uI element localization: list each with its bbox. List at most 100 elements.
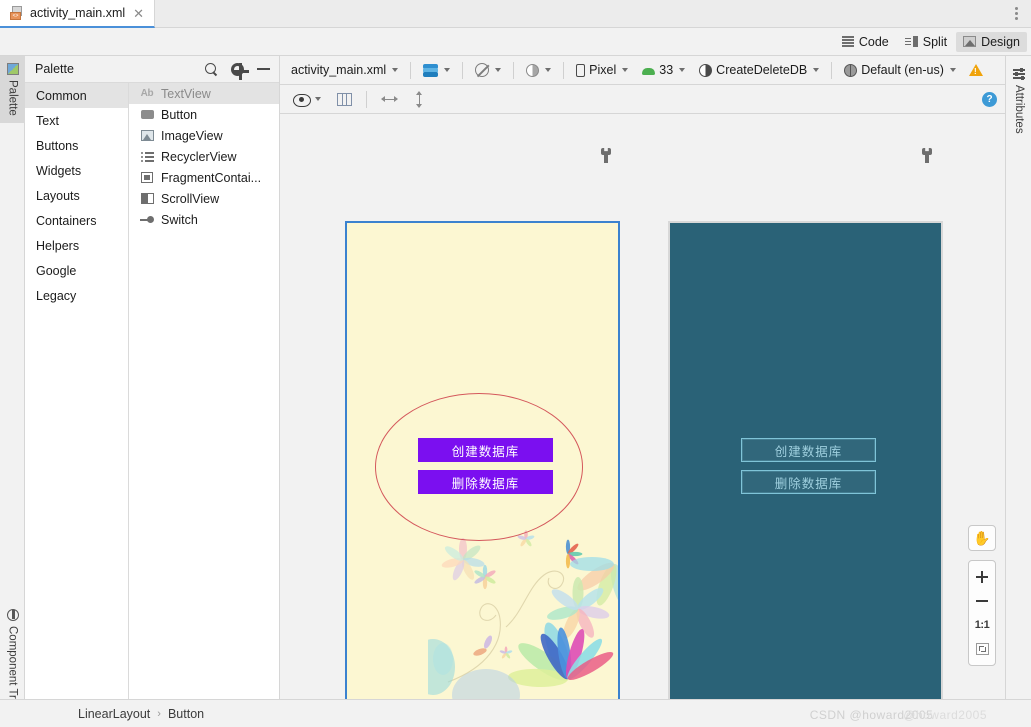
zoom-to-fit-button[interactable] xyxy=(968,637,996,661)
palette-category-common[interactable]: Common xyxy=(25,83,128,108)
mode-button-design[interactable]: Design xyxy=(956,31,1027,52)
device-selector[interactable]: Pixel xyxy=(571,61,633,79)
blueprint-wrench-icon[interactable] xyxy=(921,148,933,163)
editor-tab-activity-main-xml[interactable]: <> activity_main.xml ✕ xyxy=(0,0,156,28)
palette-category-label: Layouts xyxy=(36,188,80,203)
watermark-overlap-text: @howard2005 xyxy=(903,708,987,722)
zoom-in-button[interactable] xyxy=(968,565,996,589)
palette-category-label: Common xyxy=(36,88,87,103)
palette-category-list: Common Text Buttons Widgets Layouts Cont… xyxy=(25,83,129,699)
palette-item-label: TextView xyxy=(161,86,211,101)
device-label: Pixel xyxy=(589,63,617,77)
palette-item-switch[interactable]: Switch xyxy=(129,209,279,230)
vertical-resize-icon xyxy=(414,90,425,108)
palette-category-helpers[interactable]: Helpers xyxy=(25,233,128,258)
palette-item-label: ImageView xyxy=(161,128,223,143)
textview-ab-icon: Ab xyxy=(140,88,154,99)
chevron-down-icon xyxy=(315,97,321,101)
gear-icon[interactable] xyxy=(229,61,249,80)
search-icon[interactable] xyxy=(203,61,219,77)
ui-mode-button[interactable] xyxy=(521,62,556,79)
file-selector[interactable]: activity_main.xml xyxy=(286,61,403,79)
palette-category-label: Containers xyxy=(36,213,97,228)
palette-item-recyclerview[interactable]: RecyclerView xyxy=(129,146,279,167)
palette-item-imageview[interactable]: ImageView xyxy=(129,125,279,146)
zoom-out-button[interactable] xyxy=(968,589,996,613)
chevron-down-icon xyxy=(495,68,502,72)
locale-selector[interactable]: Default (en-us) xyxy=(839,61,961,79)
phone-icon xyxy=(576,63,586,77)
palette-category-layouts[interactable]: Layouts xyxy=(25,183,128,208)
blueprint-button-create-db[interactable]: 创建数据库 xyxy=(741,438,876,462)
blueprint-preview[interactable]: 创建数据库 删除数据库 xyxy=(668,221,943,699)
palette-category-widgets[interactable]: Widgets xyxy=(25,158,128,183)
preview-button-delete-db[interactable]: 删除数据库 xyxy=(418,470,553,494)
palette-item-textview[interactable]: Ab TextView xyxy=(129,83,279,104)
actual-size-button[interactable]: 1:1 xyxy=(968,613,996,637)
right-tool-strip: Attributes xyxy=(1005,56,1031,727)
render-wrench-icon[interactable] xyxy=(600,148,612,163)
palette-item-label: FragmentContai... xyxy=(161,170,262,185)
palette-category-legacy[interactable]: Legacy xyxy=(25,283,128,308)
close-icon[interactable]: ✕ xyxy=(131,7,146,20)
palette-icon xyxy=(6,63,19,75)
preview-button-create-db[interactable]: 创建数据库 xyxy=(418,438,553,462)
contrast-icon xyxy=(699,63,713,77)
minimize-icon[interactable] xyxy=(255,61,271,77)
orientation-button[interactable] xyxy=(470,61,506,79)
palette-item-button[interactable]: Button xyxy=(129,104,279,125)
columns-layout-button[interactable] xyxy=(332,91,357,108)
button-icon xyxy=(140,108,154,121)
pastel-flowers-graphic xyxy=(428,530,618,699)
scrollview-icon xyxy=(140,192,154,205)
chevron-down-icon xyxy=(444,68,451,72)
left-tool-strip: Palette Component Tree xyxy=(0,56,25,727)
no-rotation-icon xyxy=(475,63,490,77)
chevron-down-icon xyxy=(392,68,399,72)
design-canvas[interactable]: 创建数据库 删除数据库 创建数据库 删除数据库 ✋ 1:1 xyxy=(280,114,1005,699)
more-options-icon[interactable] xyxy=(1001,0,1031,27)
palette-item-fragmentcontainer[interactable]: FragmentContai... xyxy=(129,167,279,188)
palette-category-label: Buttons xyxy=(36,138,79,153)
breadcrumb-item-button[interactable]: Button xyxy=(168,707,204,721)
warning-triangle-icon[interactable] xyxy=(969,64,983,76)
view-options-toolbar: ? xyxy=(280,85,1005,114)
design-render-preview[interactable]: 创建数据库 删除数据库 xyxy=(345,221,620,699)
palette-item-scrollview[interactable]: ScrollView xyxy=(129,188,279,209)
toolbar-divider xyxy=(513,61,515,79)
palette-item-label: Button xyxy=(161,107,198,122)
chevron-down-icon xyxy=(622,68,629,72)
preview-button-stack: 创建数据库 删除数据库 xyxy=(418,438,553,502)
theme-label: CreateDeleteDB xyxy=(716,63,808,77)
zoom-to-fit-icon xyxy=(975,643,989,655)
api-level-label: 33 xyxy=(659,63,674,77)
design-surface: activity_main.xml Pixel 33 CreateDeleteD… xyxy=(280,56,1005,699)
tab-bar-spacer xyxy=(155,0,1001,27)
palette-header: Palette xyxy=(25,56,279,83)
mode-button-code[interactable]: Code xyxy=(835,32,896,52)
palette-category-containers[interactable]: Containers xyxy=(25,208,128,233)
vertical-resize-button[interactable] xyxy=(409,89,430,110)
toolbar-divider xyxy=(462,61,464,79)
mode-button-split[interactable]: Split xyxy=(898,32,954,52)
breadcrumb-item-linearlayout[interactable]: LinearLayout xyxy=(78,707,150,721)
palette-category-text[interactable]: Text xyxy=(25,108,128,133)
blueprint-button-stack: 创建数据库 删除数据库 xyxy=(741,438,876,502)
chevron-down-icon xyxy=(545,68,552,72)
palette-category-google[interactable]: Google xyxy=(25,258,128,283)
palette-category-buttons[interactable]: Buttons xyxy=(25,133,128,158)
horizontal-resize-button[interactable] xyxy=(376,92,403,107)
view-mode-button[interactable] xyxy=(288,92,326,107)
api-level-selector[interactable]: 33 xyxy=(637,61,690,79)
horizontal-resize-icon xyxy=(381,94,398,105)
pan-tool-button[interactable]: ✋ xyxy=(968,525,996,551)
sidebar-item-attributes[interactable]: Attributes xyxy=(1006,60,1031,141)
theme-selector[interactable]: CreateDeleteDB xyxy=(694,61,824,79)
android-icon xyxy=(642,66,656,75)
layers-button[interactable] xyxy=(418,62,455,79)
watermark: CSDN @howard2005@howard2005 xyxy=(810,708,1017,722)
help-question-icon[interactable]: ? xyxy=(982,91,997,107)
editor-tab-label: activity_main.xml xyxy=(30,6,126,20)
sidebar-item-palette[interactable]: Palette xyxy=(0,56,25,123)
blueprint-button-delete-db[interactable]: 删除数据库 xyxy=(741,470,876,494)
